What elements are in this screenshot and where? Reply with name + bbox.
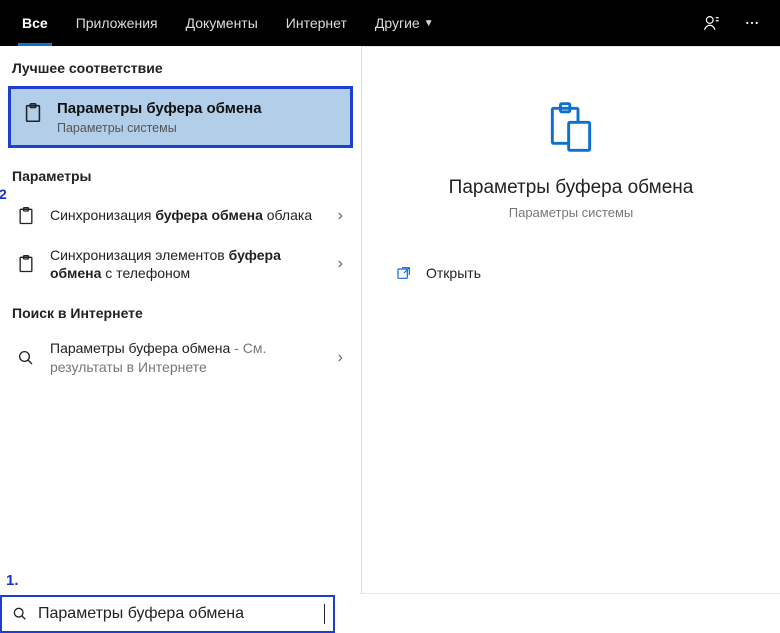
search-icon — [10, 604, 30, 624]
result-sync-phone[interactable]: Синхронизация элементов буфера обмена с … — [0, 238, 361, 292]
tab-documents[interactable]: Документы — [172, 0, 272, 46]
search-icon — [12, 344, 40, 372]
more-options-icon[interactable] — [732, 0, 772, 46]
chevron-down-icon: ▼ — [424, 18, 434, 29]
divider — [360, 593, 780, 594]
open-action[interactable]: Открыть — [382, 255, 760, 291]
top-tabs-bar: Все Приложения Документы Интернет Другие… — [0, 0, 780, 46]
preview-title: Параметры буфера обмена — [449, 177, 694, 199]
clipboard-icon — [12, 250, 40, 278]
clipboard-icon — [19, 99, 47, 127]
preview-panel: Параметры буфера обмена Параметры систем… — [362, 46, 780, 593]
best-match-subtitle: Параметры системы — [57, 121, 262, 135]
section-settings-header: Параметры — [0, 154, 361, 194]
tab-apps[interactable]: Приложения — [62, 0, 172, 46]
tab-all[interactable]: Все — [8, 0, 62, 46]
best-match-result[interactable]: Параметры буфера обмена Параметры систем… — [8, 86, 353, 148]
section-web-header: Поиск в Интернете — [0, 291, 361, 331]
feedback-icon[interactable] — [692, 0, 732, 46]
chevron-right-icon[interactable]: › — [332, 207, 349, 225]
annotation-one: 1. — [0, 572, 361, 593]
result-sync-cloud-text: Синхронизация буфера обмена облака — [50, 206, 332, 225]
tab-internet-label: Интернет — [286, 15, 347, 31]
section-best-match-header: Лучшее соответствие — [0, 46, 361, 86]
result-sync-phone-text: Синхронизация элементов буфера обмена с … — [50, 246, 332, 284]
open-icon — [394, 265, 414, 281]
open-label: Открыть — [426, 265, 481, 281]
text-caret — [324, 604, 325, 624]
search-bar[interactable] — [0, 595, 335, 633]
results-panel: Лучшее соответствие Параметры буфера обм… — [0, 46, 362, 593]
chevron-right-icon[interactable]: › — [332, 255, 349, 273]
clipboard-icon — [12, 202, 40, 230]
result-web-text: Параметры буфера обмена - См. результаты… — [50, 339, 332, 377]
result-sync-cloud[interactable]: Синхронизация буфера обмена облака › — [0, 194, 361, 238]
tab-more[interactable]: Другие ▼ — [361, 0, 448, 46]
clipboard-large-icon — [541, 97, 601, 157]
tab-all-label: Все — [22, 15, 48, 31]
tab-apps-label: Приложения — [76, 15, 158, 31]
search-input[interactable] — [38, 605, 325, 623]
tab-more-label: Другие — [375, 15, 420, 31]
chevron-right-icon[interactable]: › — [332, 349, 349, 367]
tab-internet[interactable]: Интернет — [272, 0, 361, 46]
preview-subtitle: Параметры системы — [509, 205, 634, 220]
tab-docs-label: Документы — [186, 15, 258, 31]
result-web-search[interactable]: Параметры буфера обмена - См. результаты… — [0, 331, 361, 385]
best-match-title: Параметры буфера обмена — [57, 99, 262, 119]
annotation-two: 2 — [0, 186, 7, 202]
